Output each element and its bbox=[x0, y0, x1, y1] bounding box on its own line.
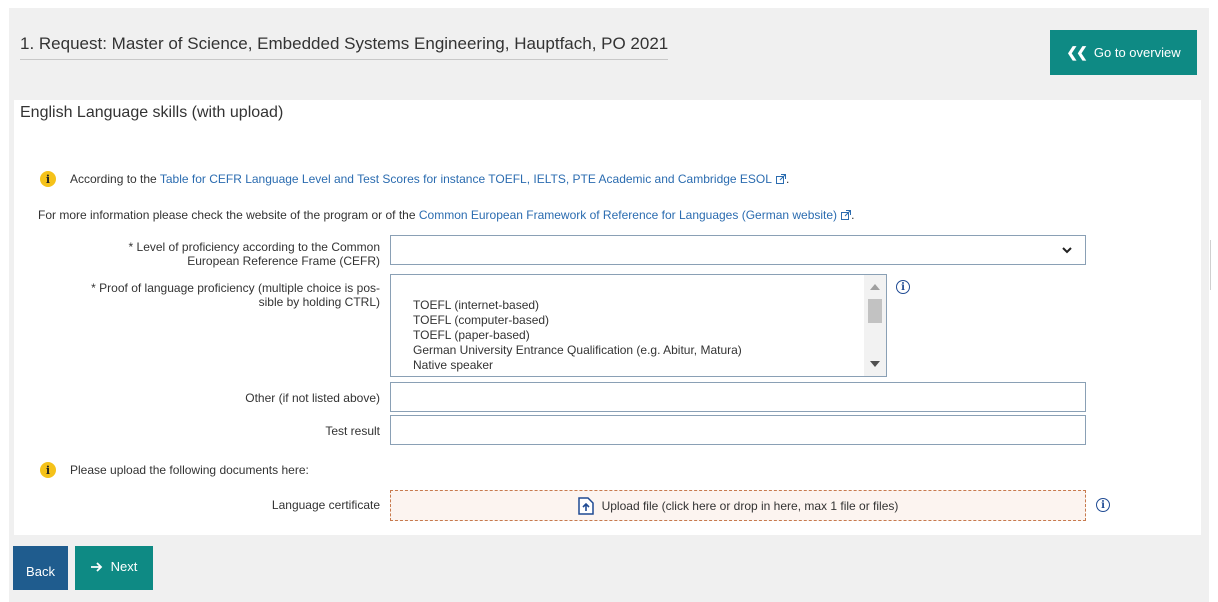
cefr-level-select[interactable] bbox=[390, 235, 1086, 265]
double-chevron-left-icon: ❮❮ bbox=[1066, 44, 1088, 60]
certificate-upload-dropzone[interactable]: Upload file (click here or drop in here,… bbox=[390, 490, 1086, 521]
proof-help-icon[interactable]: i bbox=[896, 280, 910, 294]
info-icon: i bbox=[40, 171, 56, 187]
dropzone-text: Upload file (click here or drop in here,… bbox=[601, 498, 899, 513]
more-info-suffix: . bbox=[851, 208, 855, 222]
test-result-input[interactable] bbox=[390, 415, 1086, 445]
cefr-info-suffix: . bbox=[785, 172, 790, 186]
proof-option[interactable]: TOEFL (internet-based) bbox=[413, 298, 742, 313]
proof-option[interactable]: Native speaker bbox=[413, 358, 742, 373]
upload-notice-line: i Please upload the following documents … bbox=[40, 462, 309, 478]
go-to-overview-label: Go to overview bbox=[1093, 45, 1181, 60]
cefr-german-website-link-text: Common European Framework of Reference f… bbox=[418, 208, 838, 222]
proof-option[interactable]: TOEFL (paper-based) bbox=[413, 328, 742, 343]
more-info-prefix: For more information please check the we… bbox=[38, 208, 419, 222]
back-label: Back bbox=[26, 564, 55, 579]
cefr-info-line: i According to the Table for CEFR Langua… bbox=[40, 171, 790, 187]
scroll-up-arrow-icon[interactable] bbox=[870, 284, 880, 290]
cefr-level-label: * Level of proficiency according to the … bbox=[129, 240, 380, 268]
proof-option[interactable]: TOEFL (computer-based) bbox=[413, 313, 742, 328]
cefr-info-prefix: According to the bbox=[70, 172, 160, 186]
info-icon: i bbox=[40, 462, 56, 478]
test-result-label: Test result bbox=[325, 424, 380, 438]
arrow-right-icon bbox=[90, 561, 102, 572]
scroll-down-arrow-icon[interactable] bbox=[870, 361, 880, 367]
page-title: 1. Request: Master of Science, Embedded … bbox=[20, 34, 669, 60]
more-info-line: For more information please check the we… bbox=[38, 208, 854, 222]
other-label: Other (if not listed above) bbox=[245, 391, 380, 405]
other-input[interactable] bbox=[390, 382, 1086, 412]
cefr-table-link[interactable]: Table for CEFR Language Level and Test S… bbox=[160, 172, 786, 186]
next-label: Next bbox=[110, 559, 138, 574]
go-to-overview-button[interactable]: ❮❮ Go to overview bbox=[1050, 30, 1197, 75]
next-button[interactable]: Next bbox=[75, 546, 153, 590]
cefr-german-website-link[interactable]: Common European Framework of Reference f… bbox=[418, 208, 852, 222]
listbox-scrollbar[interactable] bbox=[864, 275, 886, 376]
external-link-icon bbox=[775, 174, 786, 184]
chevron-down-icon bbox=[1062, 247, 1072, 254]
proof-label: * Proof of language proficiency (multipl… bbox=[91, 281, 380, 309]
external-link-icon bbox=[841, 210, 852, 220]
upload-notice-text: Please upload the following documents he… bbox=[70, 463, 309, 477]
cefr-level-label-line1: * Level of proficiency according to the … bbox=[128, 240, 380, 254]
proof-label-line1: * Proof of language proficiency (multipl… bbox=[91, 281, 380, 295]
upload-icon bbox=[577, 496, 594, 515]
proof-options-list: TOEFL (internet-based) TOEFL (computer-b… bbox=[413, 298, 742, 373]
cefr-table-link-text: Table for CEFR Language Level and Test S… bbox=[159, 172, 772, 186]
proof-label-line2: sible by holding CTRL) bbox=[258, 295, 380, 309]
certificate-label: Language certificate bbox=[271, 498, 380, 512]
proof-option[interactable]: German University Entrance Qualification… bbox=[413, 343, 742, 358]
cefr-level-label-line2: European Reference Frame (CEFR) bbox=[187, 254, 380, 268]
certificate-help-icon[interactable]: i bbox=[1096, 498, 1110, 512]
back-button[interactable]: Back bbox=[13, 546, 68, 590]
scroll-thumb[interactable] bbox=[868, 299, 882, 323]
proof-multiselect[interactable]: TOEFL (internet-based) TOEFL (computer-b… bbox=[390, 274, 887, 377]
page-edge-divider bbox=[1210, 240, 1211, 290]
section-title: English Language skills (with upload) bbox=[20, 104, 284, 121]
